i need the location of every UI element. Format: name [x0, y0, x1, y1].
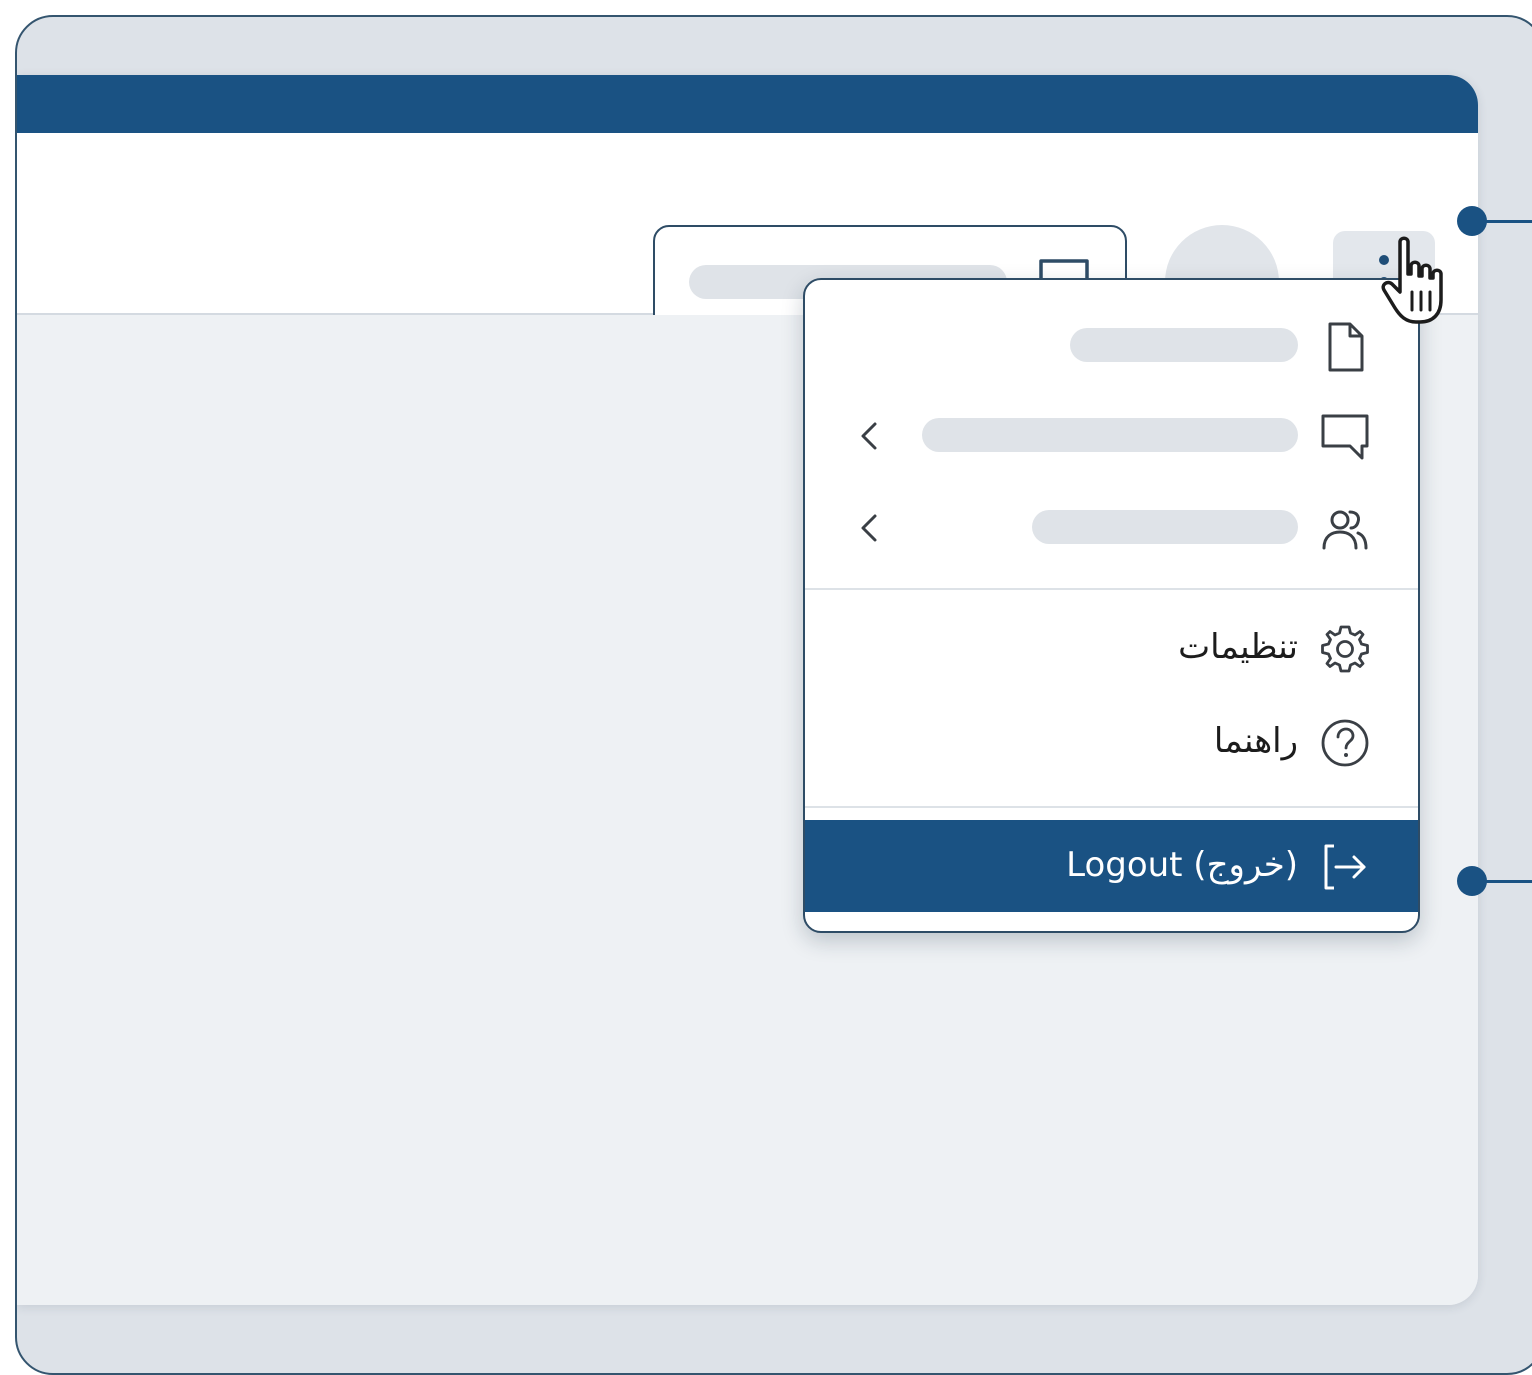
menu-item-settings[interactable]: تنظیمات — [805, 602, 1418, 692]
title-bar — [17, 75, 1478, 133]
logout-icon — [1318, 840, 1372, 894]
menu-item-logout[interactable]: Logout (خروج) — [805, 820, 1418, 912]
menu-item-placeholder — [922, 418, 1298, 452]
document-icon — [1318, 320, 1372, 374]
chevron-left-icon — [855, 510, 885, 546]
menu-item-placeholder — [1070, 328, 1298, 362]
chat-bubble-icon — [1318, 410, 1372, 464]
chevron-left-icon — [855, 418, 885, 454]
help-circle-icon — [1318, 716, 1372, 770]
menu-item-label: تنظیمات — [1178, 627, 1298, 667]
dropdown-menu: تنظیمات راهنما Logout (خروج) — [803, 278, 1420, 933]
menu-item-help[interactable]: راهنما — [805, 696, 1418, 786]
menu-divider — [805, 588, 1418, 590]
menu-item-users[interactable] — [805, 482, 1418, 572]
menu-item-messages[interactable] — [805, 390, 1418, 480]
menu-divider — [805, 806, 1418, 808]
menu-item-label: Logout (خروج) — [1066, 845, 1298, 885]
callout-line — [1480, 880, 1532, 883]
menu-item-label: راهنما — [1213, 721, 1298, 761]
callout-line — [1480, 220, 1532, 223]
users-icon — [1318, 502, 1372, 556]
pointer-hand-icon — [1378, 232, 1468, 332]
gear-icon — [1318, 622, 1372, 676]
menu-item-document[interactable] — [805, 300, 1418, 390]
menu-item-placeholder — [1032, 510, 1298, 544]
